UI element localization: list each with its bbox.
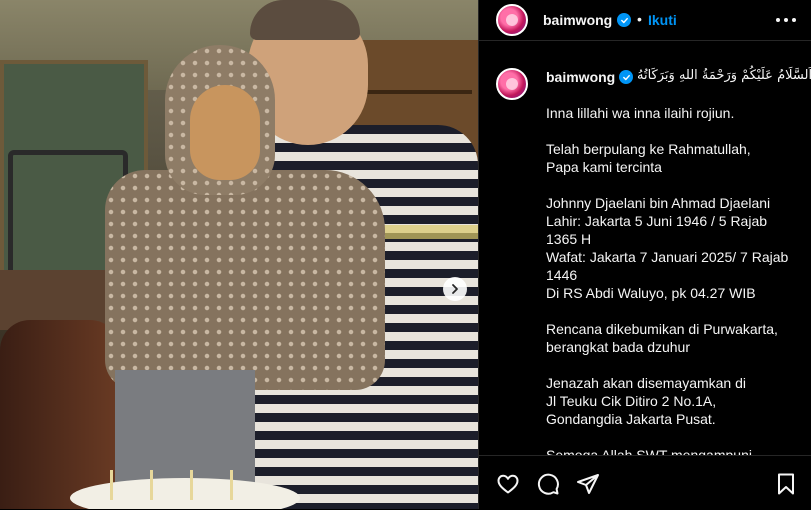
photo-chair [0,320,120,509]
next-image-button[interactable] [443,277,467,301]
comment-bubble-icon [537,473,559,495]
photo-woman-body [105,170,385,390]
caption-username[interactable]: baimwong [546,69,615,85]
verified-badge-icon [619,70,633,84]
heart-icon [497,474,519,494]
caption-line: Rencana dikebumikan di Purwakarta, beran… [546,321,778,355]
photo-candle [190,470,193,500]
share-button[interactable] [576,472,600,496]
avatar[interactable] [496,68,528,100]
caption-greeting: اَلسَّلَامُ عَلَيْكُمْ وَرَحْمَةُ اللهِ … [637,68,811,83]
more-options-icon[interactable] [776,10,796,30]
post-side-panel: baimwong • Ikuti baimwong اَلسَّلَامُ عَ… [478,0,811,509]
caption-line: Telah berpulang ke Rahmatullah, Papa kam… [546,141,751,175]
post-photo[interactable] [0,0,478,509]
photo-candle [150,470,153,500]
post-actions [479,455,811,510]
save-button[interactable] [774,472,798,496]
photo-candle [110,470,113,500]
photo-candle [230,470,233,500]
header-separator: • [637,11,642,27]
caption-line: Inna lillahi wa inna ilaihi rojiun. [546,105,735,121]
caption-area: baimwong اَلسَّلَامُ عَلَيْكُمْ وَرَحْمَ… [479,56,811,456]
comment-button[interactable] [536,472,560,496]
post-header: baimwong • Ikuti [479,0,811,41]
like-button[interactable] [496,472,520,496]
photo-man-hair [250,0,360,40]
chevron-right-icon [452,284,458,294]
verified-badge-icon [617,13,631,27]
caption-text: Inna lillahi wa inna ilaihi rojiun. Tela… [546,104,796,456]
header-username[interactable]: baimwong [543,12,612,28]
caption-line: Jenazah akan disemayamkan di Jl Teuku Ci… [546,375,747,427]
follow-button[interactable]: Ikuti [648,12,677,28]
bookmark-icon [778,473,794,495]
send-paper-plane-icon [577,474,599,494]
avatar[interactable] [496,4,528,36]
caption-line: Johnny Djaelani bin Ahmad Djaelani Lahir… [546,195,789,301]
photo-woman-face [190,85,260,180]
